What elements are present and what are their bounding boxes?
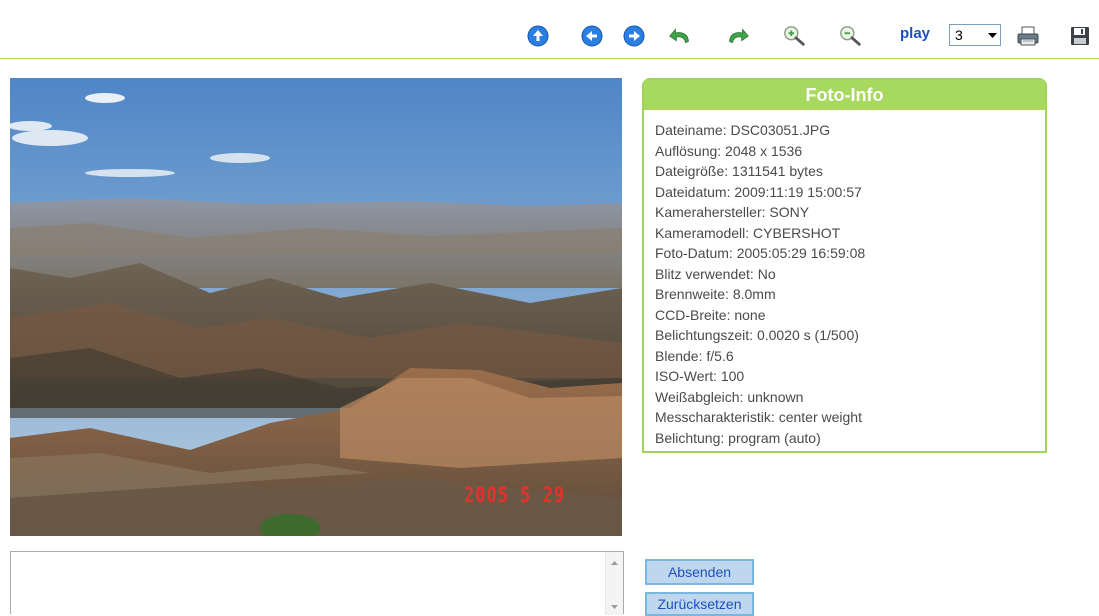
chevron-down-icon	[984, 32, 1000, 38]
info-line-whitebalance: Weißabgleich: unknown	[655, 388, 804, 405]
info-line-filesize: Dateigröße: 1311541 bytes	[655, 163, 823, 179]
scroll-down-icon[interactable]	[606, 598, 623, 615]
zoom-in-icon[interactable]	[783, 24, 807, 48]
photo-date-stamp: 2005 5 29	[464, 483, 566, 508]
floppy-disk-icon[interactable]	[1068, 24, 1092, 48]
toolbar: play 3	[0, 0, 1099, 58]
info-line-model: Kameramodell: CYBERSHOT	[655, 224, 841, 241]
info-line-resolution: Auflösung: 2048 x 1536	[655, 142, 803, 159]
toolbar-divider	[0, 58, 1099, 59]
info-line-metering: Messcharakteristik: center weight	[655, 409, 862, 425]
scroll-up-icon[interactable]	[606, 554, 623, 571]
info-line-photodate: Foto-Datum: 2005:05:29 16:59:08	[655, 245, 866, 261]
play-count-select[interactable]: 3	[949, 24, 1001, 46]
comment-textarea[interactable]	[10, 551, 624, 615]
info-line-aperture: Blende: f/5.6	[655, 347, 734, 364]
info-line-ccd: CCD-Breite: none	[655, 306, 766, 323]
info-line-filename: Dateiname: DSC03051.JPG	[655, 122, 831, 138]
photo-info-panel: Foto-Info Dateiname: DSC03051.JPG Auflös…	[642, 78, 1047, 453]
photo-display[interactable]	[10, 78, 622, 536]
reset-button[interactable]: Zurücksetzen	[645, 592, 754, 616]
info-line-exposure-mode: Belichtung: program (auto)	[655, 429, 821, 446]
zoom-out-icon[interactable]	[839, 24, 863, 48]
info-line-iso: ISO-Wert: 100	[655, 368, 745, 384]
info-line-filedate: Dateidatum: 2009:11:19 15:00:57	[655, 183, 862, 200]
info-line-flash: Blitz verwendet: No	[655, 265, 776, 282]
info-line-exposure-time: Belichtungszeit: 0.0020 s (1/500)	[655, 327, 859, 343]
right-arrow-icon[interactable]	[622, 24, 646, 48]
info-line-focal: Brennweite: 8.0mm	[655, 286, 776, 302]
rotate-left-icon[interactable]	[668, 24, 692, 48]
left-arrow-icon[interactable]	[580, 24, 604, 48]
photo-info-list: Dateiname: DSC03051.JPG Auflösung: 2048 …	[655, 120, 1045, 448]
info-line-maker: Kamerahersteller: SONY	[655, 204, 810, 220]
play-count-value: 3	[955, 27, 963, 43]
play-link[interactable]: play	[900, 25, 930, 42]
photo-info-title: Foto-Info	[644, 80, 1045, 110]
comment-scrollbar[interactable]	[605, 552, 623, 615]
printer-icon[interactable]	[1016, 24, 1040, 48]
rotate-right-icon[interactable]	[726, 24, 750, 48]
up-arrow-icon[interactable]	[526, 24, 550, 48]
send-button[interactable]: Absenden	[645, 559, 754, 585]
